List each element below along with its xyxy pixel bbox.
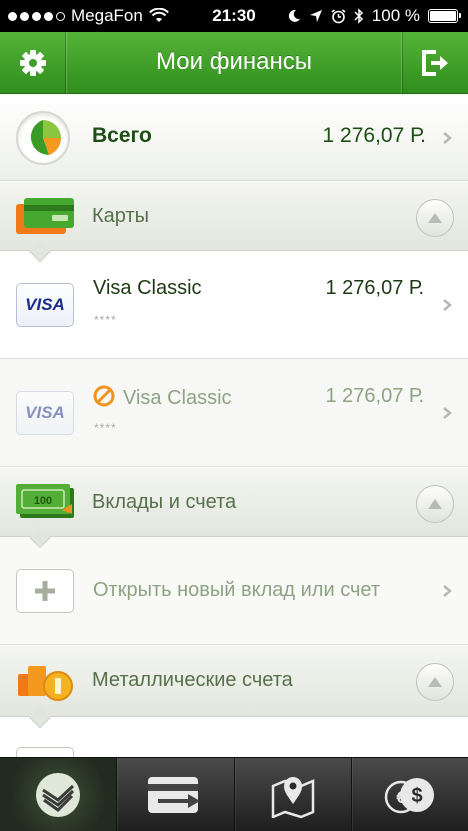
moon-icon	[288, 9, 300, 22]
tab-map[interactable]	[235, 758, 352, 831]
battery-icon	[428, 9, 461, 23]
total-amount: 1 276,07 Р.	[322, 124, 426, 147]
status-bar: MegaFon 21:30 100 %	[0, 0, 468, 32]
chevron-right-icon	[443, 585, 452, 597]
triangle-up-icon	[428, 499, 442, 509]
svg-text:100: 100	[34, 495, 52, 507]
banknote-icon: 100	[16, 484, 74, 518]
card-name-wrapper: Visa Classic	[93, 385, 232, 410]
total-label: Всего	[92, 124, 152, 147]
triangle-up-icon	[428, 677, 442, 687]
card-row[interactable]: VISA Visa Classic 1 276,07 Р. ****	[0, 251, 468, 359]
card-name: Visa Classic	[123, 387, 232, 409]
svg-text:$: $	[411, 785, 422, 807]
visa-logo: VISA	[16, 283, 74, 327]
chevron-right-icon	[443, 407, 452, 419]
pie-chart-icon	[16, 111, 70, 165]
triangle-up-icon	[428, 213, 442, 223]
page-title: Мои финансы	[156, 48, 312, 75]
card-row[interactable]: VISA Visa Classic 1 276,07 Р. ****	[0, 359, 468, 467]
card-name: Visa Classic	[93, 277, 202, 299]
card-amount: 1 276,07 Р.	[325, 277, 424, 299]
blocked-icon	[93, 385, 115, 407]
section-label-cards: Карты	[92, 205, 149, 227]
status-right: 100 %	[287, 6, 461, 26]
location-arrow-icon	[309, 10, 322, 22]
settings-button[interactable]	[0, 32, 66, 94]
map-pin-icon	[271, 777, 314, 818]
tab-home[interactable]	[0, 758, 118, 831]
card-amount: 1 276,07 Р.	[325, 385, 424, 407]
section-label-metals: Металлические счета	[92, 669, 293, 691]
plus-icon	[16, 569, 74, 613]
collapse-deposits-button[interactable]	[416, 485, 454, 523]
collapse-cards-button[interactable]	[416, 199, 454, 237]
tab-transfers[interactable]	[117, 758, 235, 831]
logout-icon	[421, 50, 448, 76]
currency-icon: € $	[384, 778, 434, 814]
section-header-metals[interactable]: Металлические счета	[0, 645, 468, 729]
chevron-right-icon	[443, 132, 452, 144]
transfer-icon	[148, 777, 201, 813]
section-label-deposits: Вклады и счета	[92, 491, 237, 513]
battery-label: 100 %	[371, 6, 420, 25]
gear-icon	[19, 50, 46, 76]
tab-currency[interactable]: € $	[352, 758, 468, 831]
card-number-mask: ****	[94, 313, 117, 327]
coins-icon	[18, 666, 73, 701]
open-deposit-label: Открыть новый вклад или счет	[93, 579, 381, 601]
collapse-metals-button[interactable]	[416, 663, 454, 701]
card-number-mask: ****	[94, 421, 117, 435]
chevron-right-icon	[443, 299, 452, 311]
total-row[interactable]: Всего 1 276,07 Р.	[0, 95, 468, 181]
tab-bar: € $	[0, 757, 468, 831]
logout-button[interactable]	[402, 32, 468, 94]
open-deposit-row[interactable]: Открыть новый вклад или счет	[0, 537, 468, 645]
partial-list-item	[0, 717, 468, 761]
visa-logo: VISA	[16, 391, 74, 435]
alarm-icon	[331, 8, 346, 23]
navigation-bar: Мои финансы	[0, 32, 468, 94]
section-header-deposits[interactable]: 100 Вклады и счета	[0, 467, 468, 549]
cards-icon	[16, 198, 74, 234]
bluetooth-icon	[354, 8, 363, 24]
sber-logo-icon	[36, 773, 81, 817]
section-header-cards[interactable]: Карты	[0, 181, 468, 263]
